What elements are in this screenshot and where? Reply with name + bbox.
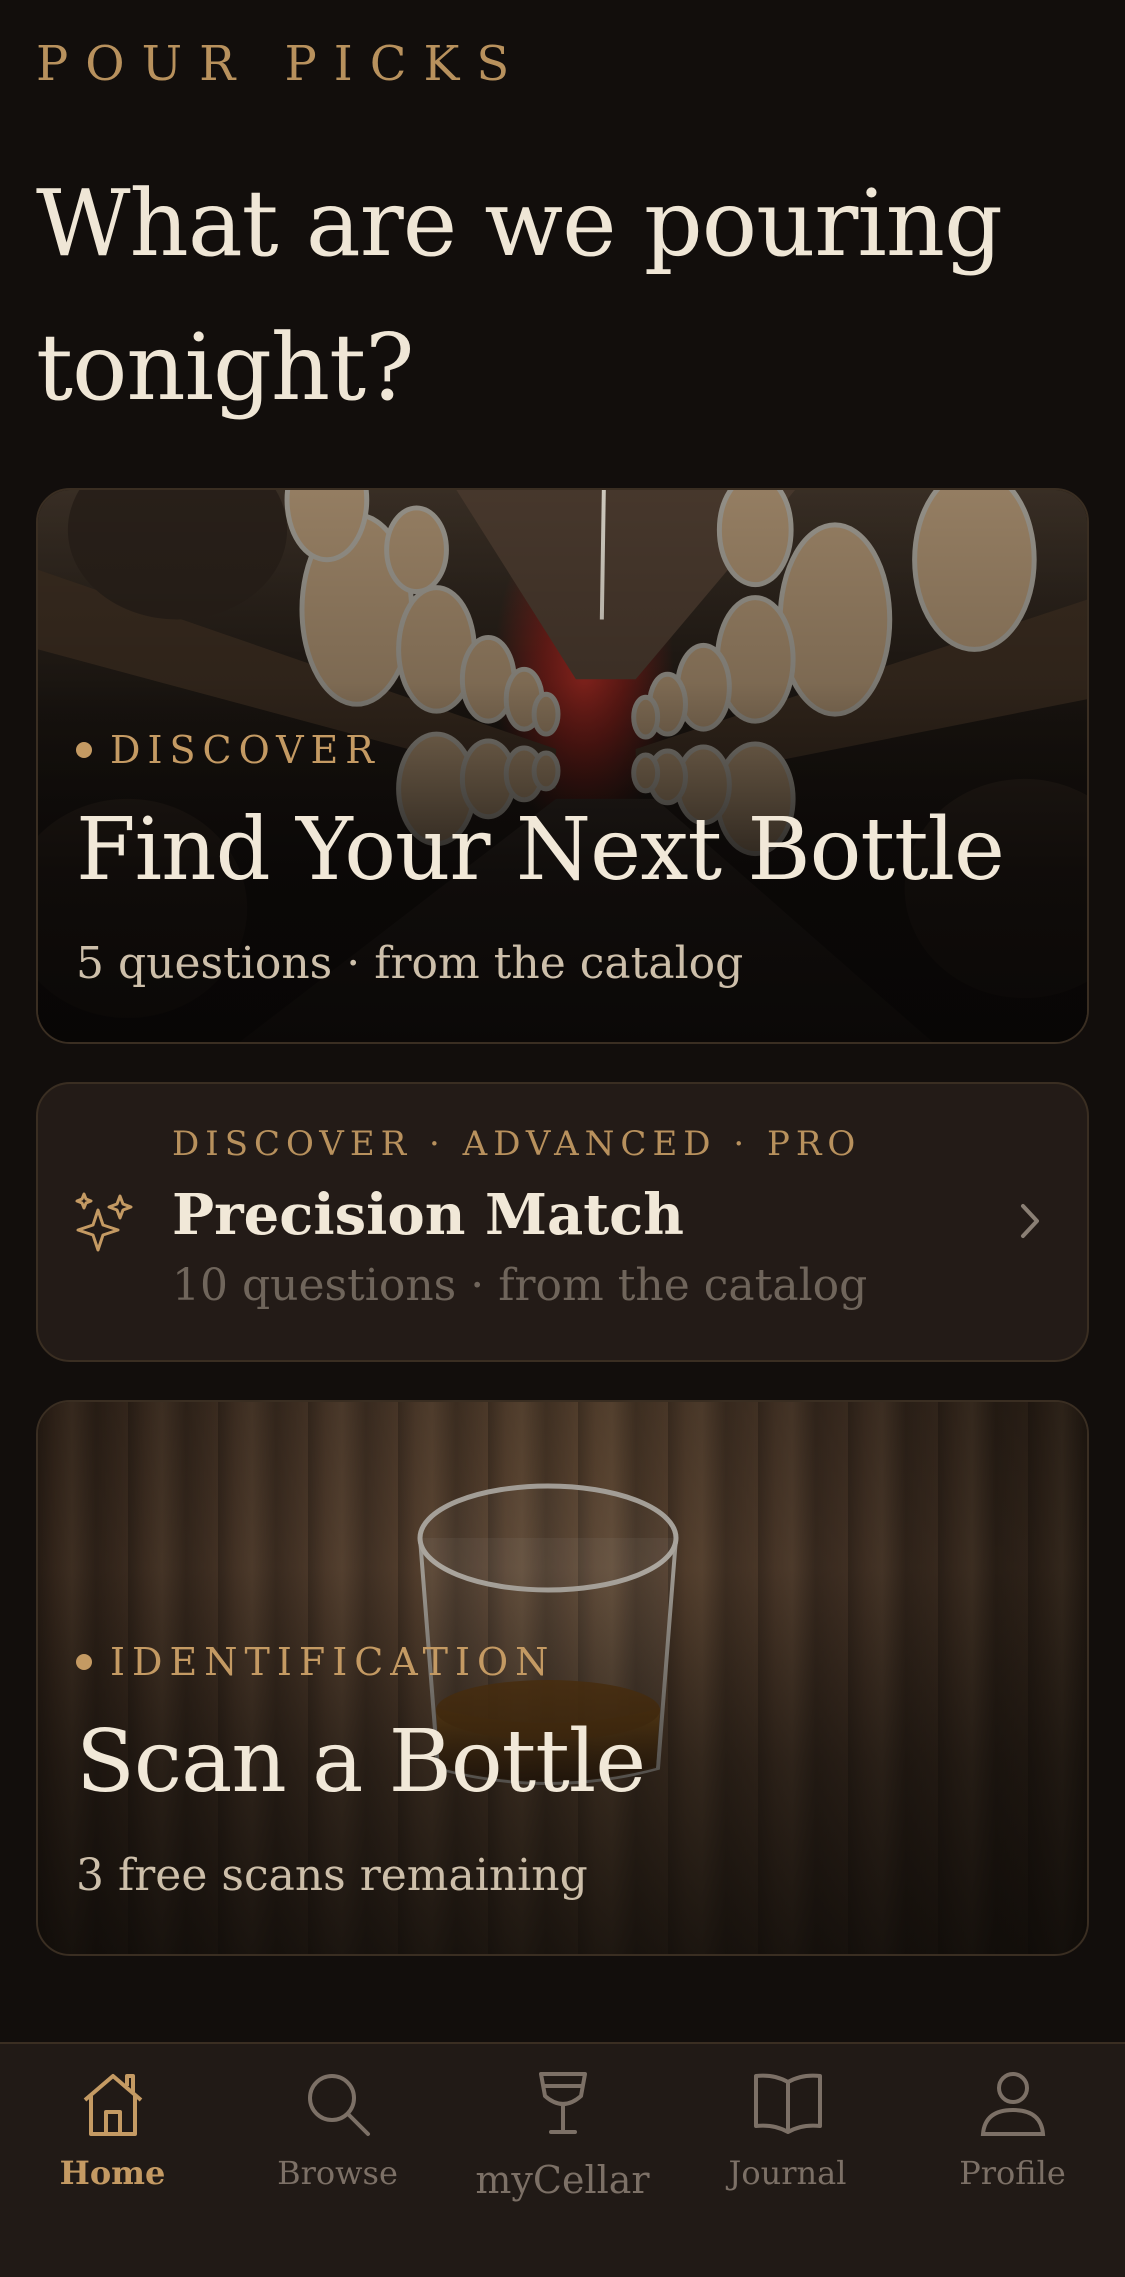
home-icon (83, 2074, 142, 2136)
scan-category: IDENTIFICATION (110, 1640, 556, 1684)
precision-match-card[interactable]: DISCOVER · ADVANCED · PRO Precision Matc… (36, 1082, 1089, 1362)
discover-card[interactable]: DISCOVER Find Your Next Bottle 5 questio… (36, 488, 1089, 1044)
page-title: What are we pouring tonight? (36, 170, 1003, 421)
chevron-right-icon (1021, 1204, 1039, 1238)
search-icon (307, 2074, 370, 2136)
tab-browse[interactable]: Browse (225, 2066, 450, 2216)
tab-label: Profile (959, 2154, 1066, 2192)
precision-eyebrow: DISCOVER · ADVANCED · PRO (172, 1124, 862, 1164)
tab-label: myCellar (475, 2158, 650, 2202)
tab-label: Home (59, 2154, 166, 2192)
precision-subtitle: 10 questions · from the catalog (172, 1260, 868, 1311)
glass-icon (538, 2072, 587, 2134)
user-icon (980, 2072, 1045, 2136)
scan-bottle-card[interactable]: IDENTIFICATION Scan a Bottle 3 free scan… (36, 1400, 1089, 1956)
discover-subtitle: 5 questions · from the catalog (76, 938, 744, 989)
discover-title: Find Your Next Bottle (76, 800, 1005, 900)
bullet-dot-icon (76, 742, 92, 758)
discover-category: DISCOVER (110, 728, 381, 772)
home-screen: POUR PICKS What are we pouring tonight? (0, 0, 1125, 2277)
scan-eyebrow: IDENTIFICATION (76, 1640, 1049, 1684)
scan-subtitle: 3 free scans remaining (76, 1850, 588, 1901)
tab-mycellar[interactable]: myCellar (450, 2066, 675, 2216)
tab-profile[interactable]: Profile (900, 2066, 1125, 2216)
tab-home[interactable]: Home (0, 2066, 225, 2216)
tab-journal[interactable]: Journal (675, 2066, 900, 2216)
tab-label: Browse (277, 2154, 398, 2192)
sparkles-icon (75, 1192, 133, 1252)
scan-title: Scan a Bottle (76, 1712, 646, 1812)
precision-title: Precision Match (172, 1182, 684, 1248)
book-icon (753, 2073, 822, 2134)
bullet-dot-icon (76, 1654, 92, 1670)
discover-eyebrow: DISCOVER (76, 728, 1049, 772)
tab-label: Journal (728, 2154, 847, 2192)
brand-wordmark: POUR PICKS (36, 36, 527, 92)
bottom-tab-bar: Home Browse myCellar Journal Profile (0, 2042, 1125, 2277)
